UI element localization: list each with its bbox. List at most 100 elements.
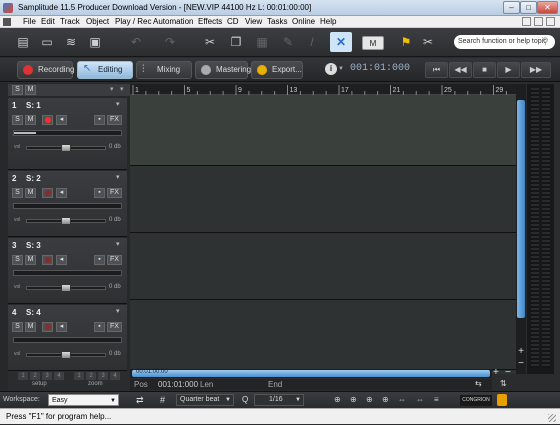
track-lane-1[interactable] [130, 95, 516, 166]
info-icon[interactable]: i [325, 63, 337, 75]
track-name[interactable]: S: 1 [26, 101, 41, 110]
track-header-1[interactable]: 1 S: 1 ▾ S M ◂ ▪ FX vol 0 db [8, 98, 127, 170]
new-project-icon[interactable]: ▤ [13, 32, 33, 52]
mdi-close-button[interactable] [546, 17, 555, 26]
track-height-icon[interactable]: ≡ [434, 395, 439, 404]
mixer-m-button[interactable]: M [362, 36, 384, 50]
track-name[interactable]: S: 3 [26, 241, 41, 250]
volume-fader-knob[interactable] [61, 217, 71, 225]
menu-help[interactable]: Help [320, 16, 336, 28]
lock-icon[interactable]: ▪ [94, 188, 105, 198]
close-button[interactable]: ✕ [537, 1, 558, 14]
lock-icon[interactable]: ▪ [94, 255, 105, 265]
zoom-in-horizontal-icon[interactable]: + [493, 367, 499, 378]
mdi-restore-button[interactable] [534, 17, 543, 26]
track-header-3[interactable]: 3 S: 3 ▾ S M ◂ ▪ FX vol 0 db [8, 238, 127, 304]
grid-icon[interactable]: # [160, 395, 165, 405]
menu-play-rec[interactable]: Play / Rec [115, 16, 151, 28]
menu-view[interactable]: View [245, 16, 262, 28]
setup-preset-4[interactable]: 4 [54, 372, 64, 380]
zoom-in-vertical-icon[interactable]: + [516, 346, 526, 357]
fx-button[interactable]: FX [107, 188, 122, 198]
play-button[interactable]: ▶ [497, 62, 520, 78]
track-name[interactable]: S: 4 [26, 308, 41, 317]
volume-fader-knob[interactable] [61, 144, 71, 152]
menu-track[interactable]: Track [60, 16, 80, 28]
zoom-preset-1[interactable]: 1 [74, 372, 84, 380]
rewind-button[interactable]: ◀◀ [449, 62, 472, 78]
mute-button[interactable]: M [25, 115, 36, 125]
menu-effects[interactable]: Effects [198, 16, 222, 28]
pos-value[interactable]: 001:01:000 [158, 380, 198, 389]
timeline-ruler[interactable]: 1 5 9 13 17 21 25 29 [130, 84, 516, 95]
copy-icon[interactable]: ❐ [226, 32, 246, 52]
zoom-out-vertical-icon[interactable]: − [516, 358, 526, 369]
monitor-icon[interactable]: ◂ [56, 115, 67, 125]
fx-button[interactable]: FX [107, 322, 122, 332]
menu-file[interactable]: File [23, 16, 36, 28]
fast-forward-button[interactable]: ▶▶ [521, 62, 551, 78]
paste-icon[interactable]: ▦ [252, 32, 272, 52]
volume-fader[interactable] [26, 144, 106, 152]
snap-toggle-icon[interactable]: ⇄ [136, 395, 144, 406]
record-arm-button[interactable] [42, 188, 53, 198]
track-lane-3[interactable] [130, 233, 516, 300]
nav-down-icon[interactable]: ⊕ [350, 395, 357, 404]
solo-button[interactable]: S [12, 322, 23, 332]
go-to-start-button[interactable]: ⏮ [425, 62, 448, 78]
vertical-scrollbar[interactable]: + − [516, 84, 526, 374]
menu-online[interactable]: Online [292, 16, 315, 28]
volume-fader[interactable] [26, 351, 106, 359]
info-dropdown-icon[interactable]: ▼ [338, 66, 344, 72]
open-folder-icon[interactable]: ▭ [37, 32, 57, 52]
record-arm-button[interactable] [42, 115, 53, 125]
header-options-icon[interactable]: ▾ [110, 85, 114, 93]
collapse-tracks-icon[interactable]: ⇔ [416, 395, 424, 404]
fit-to-window-icon[interactable]: ⇆ [475, 379, 482, 388]
zoom-preset-3[interactable]: 3 [98, 372, 108, 380]
grid-select[interactable]: Quarter beat ▼ [176, 394, 234, 406]
lock-icon[interactable]: ▪ [94, 322, 105, 332]
lock-view-icon[interactable]: ⇅ [500, 379, 507, 388]
lock-icon[interactable]: ▪ [94, 115, 105, 125]
mastering-mode-button[interactable]: Mastering [195, 61, 251, 79]
pencil-icon[interactable]: / [302, 32, 322, 52]
volume-fader[interactable] [26, 217, 106, 225]
zoom-preset-2[interactable]: 2 [86, 372, 96, 380]
system-menu-icon[interactable] [3, 18, 11, 26]
cut-icon[interactable]: ✂ [200, 32, 220, 52]
recording-mode-button[interactable]: Recording [17, 61, 74, 79]
global-mute-button[interactable]: M [25, 85, 36, 95]
track-menu-icon[interactable]: ▾ [116, 100, 120, 108]
record-arm-button[interactable] [42, 255, 53, 265]
resize-grip-icon[interactable] [548, 414, 556, 422]
horizontal-scroll-thumb[interactable]: 00:01:00:00 [132, 369, 490, 377]
search-icon[interactable]: ⚲ [542, 36, 549, 47]
stop-button[interactable]: ■ [473, 62, 496, 78]
solo-button[interactable]: S [12, 255, 23, 265]
volume-fader[interactable] [26, 284, 106, 292]
track-name[interactable]: S: 2 [26, 174, 41, 183]
solo-button[interactable]: S [12, 188, 23, 198]
vertical-scroll-thumb[interactable] [517, 100, 525, 318]
solo-button[interactable]: S [12, 115, 23, 125]
zoom-preset-4[interactable]: 4 [110, 372, 120, 380]
volume-fader-knob[interactable] [61, 284, 71, 292]
setup-preset-3[interactable]: 3 [42, 372, 52, 380]
track-header-4[interactable]: 4 S: 4 ▾ S M ◂ ▪ FX vol 0 db [8, 305, 127, 371]
header-menu-icon[interactable]: ▾ [120, 85, 124, 93]
menu-tasks[interactable]: Tasks [267, 16, 287, 28]
scissors-tool-icon[interactable]: ✂ [418, 32, 438, 52]
editing-mode-button[interactable]: ↖ Editing [77, 61, 133, 79]
mdi-minimize-button[interactable] [522, 17, 531, 26]
volume-fader-knob[interactable] [61, 351, 71, 359]
mute-button[interactable]: M [25, 255, 36, 265]
save-icon[interactable]: ▣ [85, 32, 105, 52]
undo-icon[interactable]: ↶ [126, 32, 146, 52]
menu-cd[interactable]: CD [227, 16, 239, 28]
fx-button[interactable]: FX [107, 255, 122, 265]
marker-icon[interactable]: ⚑ [396, 32, 416, 52]
track-menu-icon[interactable]: ▾ [116, 240, 120, 248]
track-header-2[interactable]: 2 S: 2 ▾ S M ◂ ▪ FX vol 0 db [8, 171, 127, 237]
export-mode-button[interactable]: Export... [251, 61, 303, 79]
